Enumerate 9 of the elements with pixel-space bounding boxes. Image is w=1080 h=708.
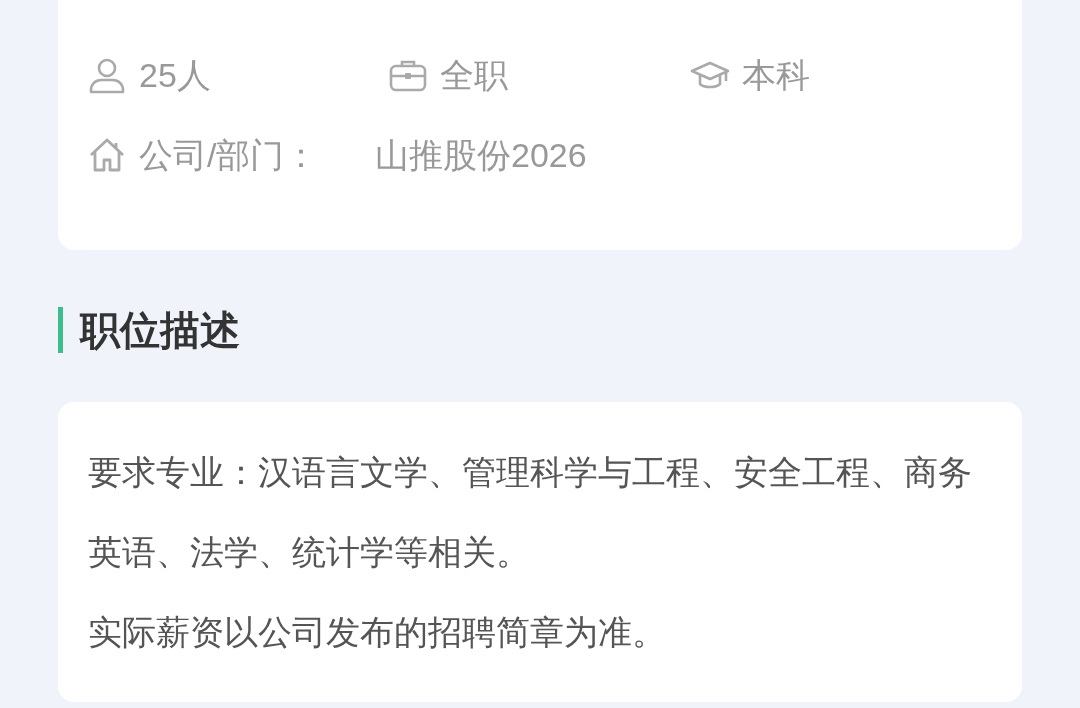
description-paragraph: 要求专业：汉语言文学、管理科学与工程、安全工程、商务英语、法学、统计学等相关。 xyxy=(88,452,973,573)
accent-bar xyxy=(58,307,63,353)
section-title: 职位描述 xyxy=(80,307,240,353)
job-type-text: 全职 xyxy=(440,55,508,96)
company-label: 公司/部门： xyxy=(139,135,320,176)
headcount-text: 25人 xyxy=(139,55,211,96)
education-text: 本科 xyxy=(742,55,810,96)
description-paragraph: 实际薪资以公司发布的招聘简章为准。 xyxy=(88,612,667,653)
company-name: 山推股份2026 xyxy=(375,135,587,176)
